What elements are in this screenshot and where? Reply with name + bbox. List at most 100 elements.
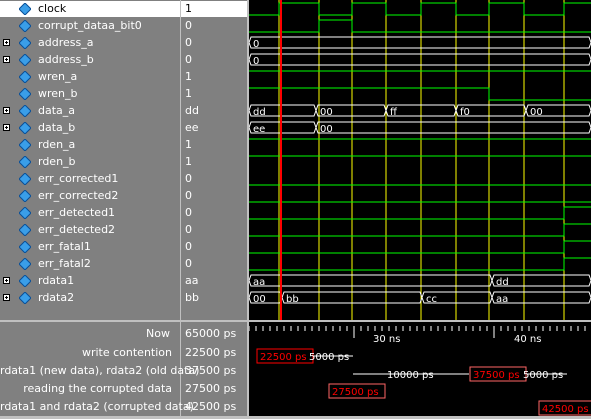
signal-value: 1 — [185, 138, 192, 151]
signal-value: ee — [185, 121, 199, 134]
expand-icon[interactable] — [3, 294, 10, 301]
time-ruler: 30 ns 40 ns — [248, 324, 591, 345]
bus-segment — [248, 53, 591, 66]
signal-value: 0 — [185, 223, 192, 236]
bus-value: ff — [390, 107, 398, 118]
cursor-time: 22500 ps — [185, 346, 237, 359]
bus-value: 00 — [320, 124, 333, 135]
signal-value: 0 — [185, 240, 192, 253]
signal-row[interactable]: rdata2 — [0, 290, 180, 306]
cursor-flag: 42500 ps — [538, 400, 591, 416]
signal-row[interactable]: address_b — [0, 52, 180, 68]
cursor-name[interactable]: reading the corrupted data — [0, 381, 172, 397]
signal-value: dd — [185, 104, 199, 117]
signal-row[interactable]: err_detected1 — [0, 205, 180, 221]
signal-row[interactable]: err_detected2 — [0, 222, 180, 238]
signal-icon — [19, 37, 31, 49]
bus-value: f0 — [460, 107, 470, 118]
signal-icon — [19, 258, 31, 270]
signal-trace — [249, 257, 591, 271]
cursor-name[interactable]: rdata1 and rdata2 (corrupted data) — [0, 399, 194, 415]
cursor-name[interactable]: write contention — [0, 345, 172, 361]
signal-icon — [19, 173, 31, 185]
signal-trace — [249, 87, 591, 101]
signal-name: wren_b — [38, 87, 78, 100]
bus-value: dd — [496, 277, 509, 288]
span-label: 5000 ps — [523, 370, 563, 381]
signal-name: err_detected1 — [38, 206, 116, 219]
bus-value: aa — [253, 277, 265, 288]
bus-segment — [248, 36, 591, 49]
panel-divider — [0, 320, 591, 322]
span-label: 5000 ps — [309, 352, 349, 363]
cursor-time: 42500 ps — [185, 400, 237, 413]
waveform-panel[interactable]: 0 0 dd 00 ff f0 00 ee 00 aa dd 00 bb cc aa 30 ns 40 ns 22… — [248, 0, 591, 416]
bus-value: dd — [253, 107, 266, 118]
now-value: 65000 ps — [185, 327, 237, 340]
flag-text: 42500 ps — [542, 404, 589, 415]
signal-value: aa — [185, 274, 199, 287]
signal-value: bb — [185, 291, 199, 304]
signal-value: 1 — [185, 155, 192, 168]
signal-trace — [249, 2, 591, 16]
signal-value: 1 — [185, 70, 192, 83]
expand-icon[interactable] — [3, 39, 10, 46]
signal-name: corrupt_dataa_bit0 — [38, 19, 142, 32]
expand-icon[interactable] — [3, 56, 10, 63]
cursor-flag: 27500 ps — [328, 383, 386, 399]
bus-value: 00 — [253, 294, 266, 305]
signal-icon — [19, 54, 31, 66]
bus-value: cc — [426, 294, 437, 305]
signal-trace — [249, 223, 591, 237]
signal-value: 0 — [185, 206, 192, 219]
signal-row[interactable]: address_a — [0, 35, 180, 51]
signal-name: wren_a — [38, 70, 78, 83]
signal-row[interactable]: err_corrected1 — [0, 171, 180, 187]
signal-row[interactable]: data_b — [0, 120, 180, 136]
signal-name: address_b — [38, 53, 94, 66]
flag-text: 37500 ps — [473, 370, 520, 381]
ruler-label: 30 ns — [373, 334, 400, 345]
bus-value: 00 — [530, 107, 543, 118]
signal-name: address_a — [38, 36, 94, 49]
signal-icon — [19, 275, 31, 287]
signal-value: 1 — [185, 87, 192, 100]
signal-icon — [19, 88, 31, 100]
expand-icon[interactable] — [3, 107, 10, 114]
signal-icon — [19, 139, 31, 151]
now-label: Now — [146, 327, 170, 340]
signal-row[interactable]: rdata1 — [0, 273, 180, 289]
signal-name: err_corrected2 — [38, 189, 119, 202]
signal-row[interactable]: clock — [0, 1, 180, 17]
signal-name: clock — [38, 2, 67, 15]
signal-icon — [19, 241, 31, 253]
bus-value: bb — [286, 294, 299, 305]
expand-icon[interactable] — [3, 124, 10, 131]
signal-icon — [19, 190, 31, 202]
signal-row[interactable]: err_corrected2 — [0, 188, 180, 204]
signal-icon — [19, 105, 31, 117]
signal-name: err_corrected1 — [38, 172, 119, 185]
signal-value: 0 — [185, 36, 192, 49]
signal-row[interactable]: err_fatal2 — [0, 256, 180, 272]
signal-trace — [249, 240, 591, 254]
waveform-canvas[interactable]: 00dd 00 ff f0 00ee 00aa dd00 bb cc aa30 ns 40 ns22… — [248, 0, 591, 416]
signal-row[interactable]: wren_a — [0, 69, 180, 85]
signal-value: 0 — [185, 189, 192, 202]
signal-row[interactable]: err_fatal1 — [0, 239, 180, 255]
signal-icon — [19, 71, 31, 83]
signal-row[interactable]: wren_b — [0, 86, 180, 102]
signal-value: 0 — [185, 53, 192, 66]
signal-row[interactable]: rden_b — [0, 154, 180, 170]
signal-row[interactable]: corrupt_dataa_bit0 — [0, 18, 180, 34]
signal-icon — [19, 292, 31, 304]
signal-row[interactable]: rden_a — [0, 137, 180, 153]
cursor-name[interactable]: rdata1 (new data), rdata2 (old data) — [0, 363, 199, 379]
signal-row[interactable]: data_a — [0, 103, 180, 119]
signal-icon — [19, 3, 31, 15]
signal-name: data_a — [38, 104, 76, 117]
signal-value: 0 — [185, 257, 192, 270]
expand-icon[interactable] — [3, 277, 10, 284]
signal-trace — [249, 206, 591, 220]
bus-value: 0 — [253, 39, 259, 50]
